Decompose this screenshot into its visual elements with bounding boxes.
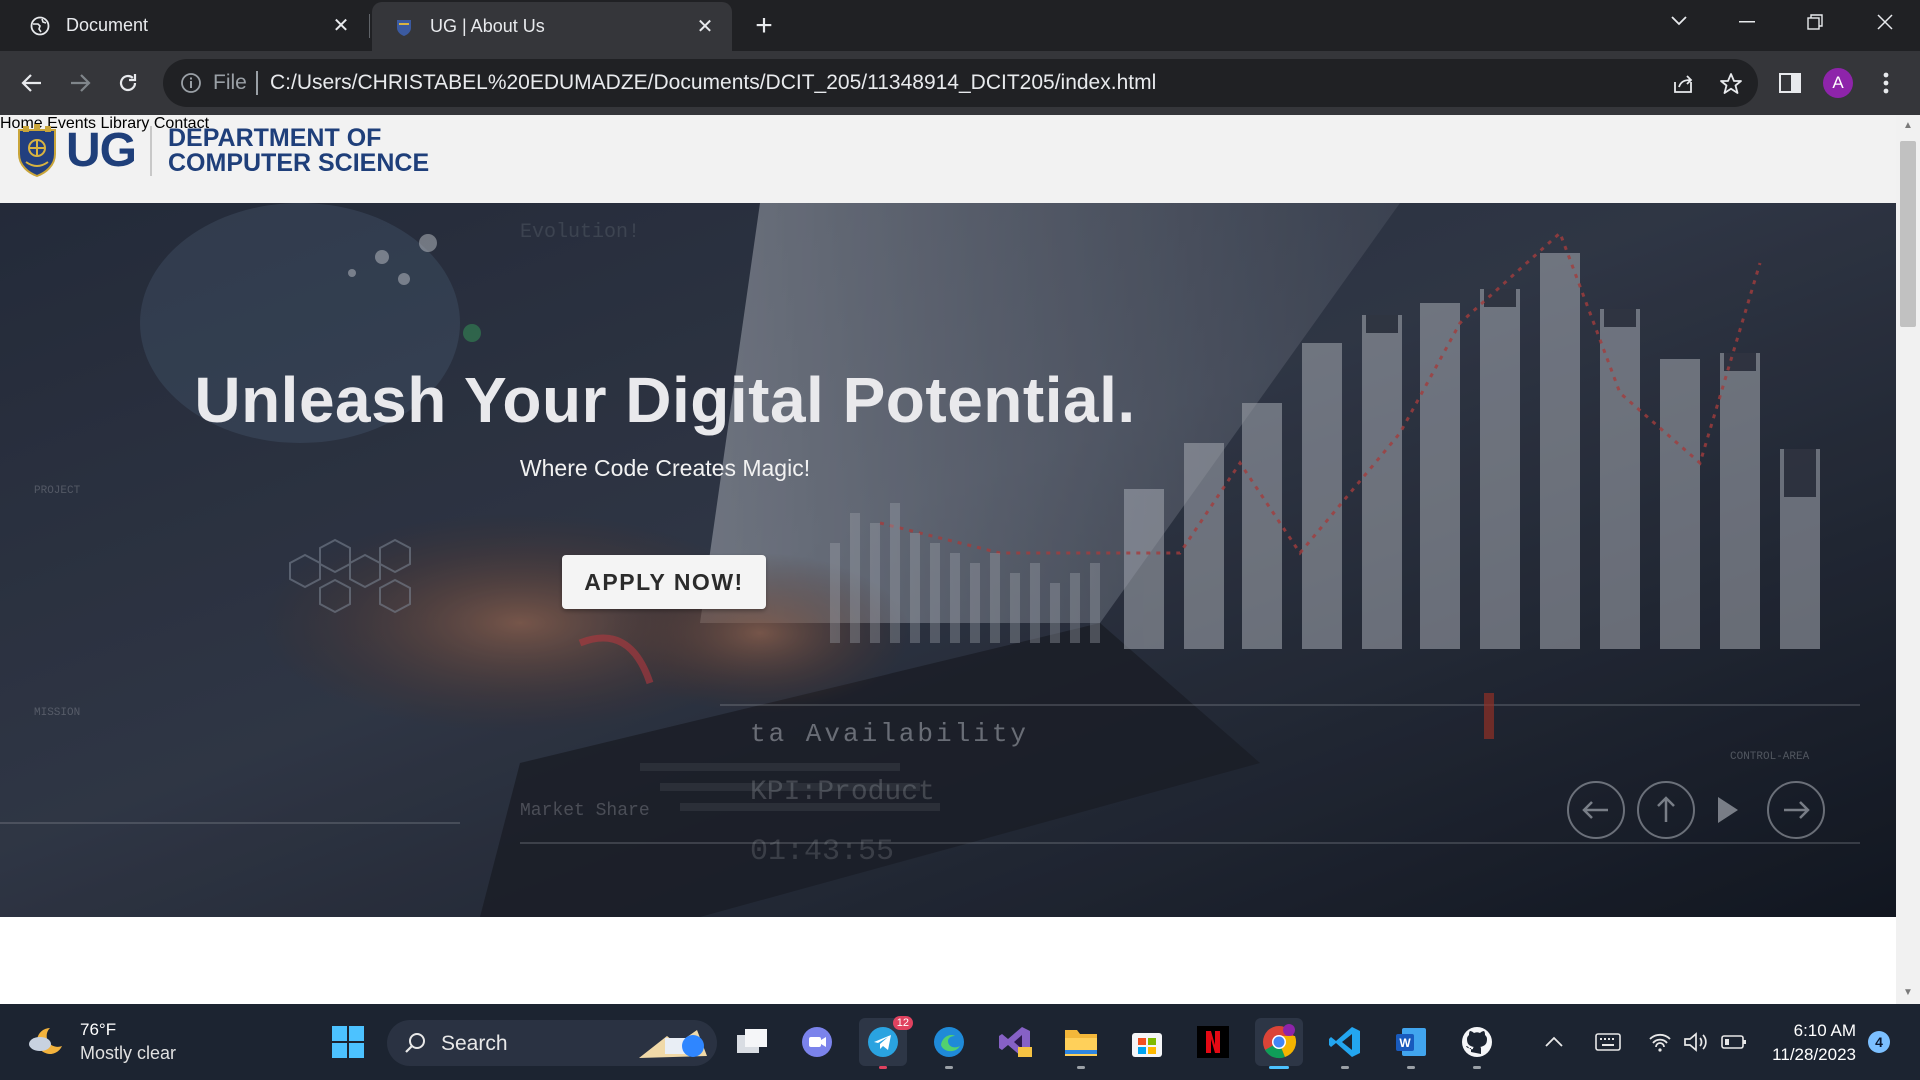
close-tab-icon[interactable]: ✕	[690, 12, 720, 42]
department-line-1: DEPARTMENT OF	[168, 124, 382, 152]
visual-studio-preview-icon[interactable]	[991, 1018, 1039, 1066]
scroll-up-arrow-icon[interactable]: ▲	[1902, 119, 1914, 131]
app-running-indicator	[1341, 1066, 1349, 1069]
site-logo[interactable]: UG DEPARTMENT OF COMPUTER SCIENCE	[16, 123, 429, 179]
browser-menu-icon[interactable]	[1868, 65, 1904, 101]
moon-cloud-icon	[29, 1028, 62, 1054]
tab-title: Document	[66, 15, 149, 35]
svg-text:W: W	[1399, 1036, 1411, 1050]
keyboard-icon[interactable]	[1592, 1026, 1624, 1058]
share-icon[interactable]	[1668, 69, 1698, 99]
app-running-indicator	[879, 1066, 887, 1069]
app-running-indicator	[945, 1066, 953, 1069]
browser-tab-strip: Document ✕ UG | About Us ✕ +	[0, 0, 1920, 51]
search-icon	[405, 1033, 425, 1053]
logo-ug-text: UG	[66, 124, 137, 177]
forward-button[interactable]	[62, 65, 98, 101]
ug-crest-icon	[394, 17, 414, 37]
profile-avatar[interactable]: A	[1820, 65, 1856, 101]
scroll-down-arrow-icon[interactable]: ▼	[1902, 986, 1914, 998]
teams-chat-icon[interactable]	[793, 1018, 841, 1066]
scheme-label: File	[213, 71, 247, 94]
back-button[interactable]	[14, 65, 50, 101]
github-desktop-icon[interactable]	[1453, 1018, 1501, 1069]
search-highlight-illustration-icon	[639, 1030, 707, 1058]
file-explorer-icon[interactable]	[1057, 1018, 1105, 1069]
browser-toolbar: File C:/Users/CHRISTABEL%20EDUMADZE/Docu…	[0, 51, 1920, 115]
site-info-icon[interactable]	[179, 71, 203, 95]
weather-condition: Mostly clear	[80, 1043, 177, 1063]
clock-date: 11/28/2023	[1772, 1045, 1856, 1064]
logo-divider	[150, 126, 152, 176]
reload-button[interactable]	[110, 65, 146, 101]
site-header: UG DEPARTMENT OF COMPUTER SCIENCE Home E…	[0, 115, 1896, 203]
hero-background-image: ta Availability KPI:Product Market Share…	[0, 203, 1896, 917]
search-label: Search	[441, 1032, 508, 1055]
globe-icon	[30, 16, 50, 36]
windows-start-icon[interactable]	[324, 1018, 372, 1066]
new-tab-button[interactable]: +	[748, 9, 780, 42]
hero-banner: ta Availability KPI:Product Market Share…	[0, 203, 1896, 917]
tab-ug-about-us[interactable]: UG | About Us ✕	[372, 2, 732, 51]
restore-window-button[interactable]	[1788, 0, 1842, 44]
taskbar-search[interactable]: Search	[387, 1020, 717, 1066]
telegram-icon[interactable]: 12	[859, 1016, 913, 1069]
vscode-icon[interactable]	[1321, 1018, 1369, 1069]
weather-temperature: 76°F	[80, 1020, 117, 1039]
close-window-button[interactable]	[1858, 0, 1912, 44]
page-viewport: UG DEPARTMENT OF COMPUTER SCIENCE Home E…	[0, 115, 1920, 1004]
department-line-2: COMPUTER SCIENCE	[168, 149, 430, 177]
address-divider	[256, 71, 258, 95]
app-running-indicator	[1077, 1066, 1085, 1069]
ug-crest-icon	[18, 124, 56, 178]
bookmark-star-icon[interactable]	[1716, 69, 1746, 99]
tab-search-chevron-icon[interactable]	[1664, 6, 1694, 36]
minimize-window-button[interactable]	[1720, 0, 1774, 44]
word-icon[interactable]: W	[1387, 1018, 1435, 1069]
clock-time: 6:10 AM	[1793, 1021, 1856, 1040]
tab-title: UG | About Us	[430, 16, 545, 36]
volume-icon[interactable]	[1680, 1026, 1712, 1058]
close-tab-icon[interactable]: ✕	[326, 11, 356, 41]
edge-icon[interactable]	[925, 1018, 973, 1069]
page-scrollbar[interactable]: ▲ ▼	[1896, 115, 1920, 1004]
apply-now-button[interactable]: APPLY NOW!	[562, 555, 766, 609]
scrollbar-thumb[interactable]	[1900, 141, 1916, 327]
wifi-icon[interactable]	[1644, 1026, 1676, 1058]
app-active-indicator	[1269, 1066, 1289, 1069]
url-text[interactable]: C:/Users/CHRISTABEL%20EDUMADZE/Documents…	[270, 71, 1156, 95]
tab-document[interactable]: Document ✕	[0, 0, 368, 51]
weather-widget[interactable]: 76°F Mostly clear	[26, 1020, 176, 1064]
telegram-unread-badge: 12	[892, 1016, 913, 1030]
notification-count-badge[interactable]: 4	[1868, 1031, 1890, 1053]
address-bar[interactable]: File C:/Users/CHRISTABEL%20EDUMADZE/Docu…	[163, 59, 1758, 107]
chrome-icon[interactable]	[1255, 1018, 1303, 1069]
netflix-icon[interactable]	[1189, 1018, 1237, 1066]
tab-divider	[369, 14, 370, 38]
windows-taskbar: 76°F Mostly clear Search 12 W 6:10 AM 11…	[0, 1004, 1920, 1080]
department-name: DEPARTMENT OF COMPUTER SCIENCE	[168, 126, 429, 176]
side-panel-icon[interactable]	[1772, 65, 1808, 101]
hero-title: Unleash Your Digital Potential.	[194, 364, 1136, 436]
app-running-indicator	[1473, 1066, 1481, 1069]
taskbar-clock[interactable]: 6:10 AM 11/28/2023	[1762, 1019, 1856, 1067]
hero-subtitle: Where Code Creates Magic!	[519, 455, 811, 481]
battery-icon[interactable]	[1718, 1026, 1750, 1058]
microsoft-store-icon[interactable]	[1123, 1018, 1171, 1066]
show-hidden-icons-chevron-icon[interactable]	[1538, 1026, 1570, 1058]
app-running-indicator	[1407, 1066, 1415, 1069]
task-view-icon[interactable]	[728, 1018, 776, 1066]
